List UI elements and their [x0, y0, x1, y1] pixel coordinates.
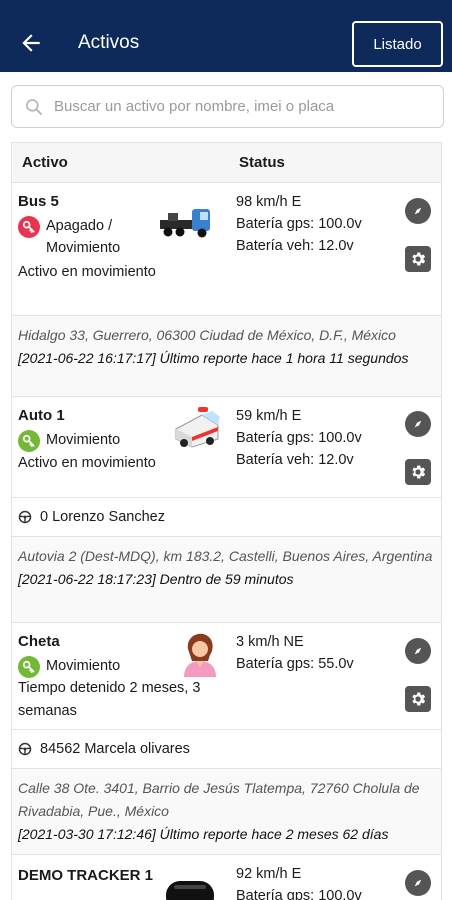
asset-status: 59 km/h E Batería gps: 100.0v Batería ve… — [236, 405, 362, 471]
vehicle-battery: Batería veh: 12.0v — [236, 238, 354, 254]
speed-heading: 92 km/h E — [236, 866, 302, 882]
asset-row-bus-5[interactable]: Bus 5 Apagado / Movimiento Activo en mov… — [12, 183, 441, 316]
search-input[interactable] — [54, 98, 434, 115]
key-icon — [18, 216, 40, 238]
vehicle-battery: Batería veh: 12.0v — [236, 452, 354, 468]
asset-status: 3 km/h NE Batería gps: 55.0v — [236, 631, 354, 675]
search-icon — [26, 98, 42, 115]
asset-state: Movimiento — [18, 655, 168, 678]
gear-icon[interactable] — [405, 459, 431, 485]
asset-state-label: Movimiento — [46, 432, 121, 448]
driver-row: 84562 Marcela olivares — [12, 730, 441, 769]
steering-wheel-icon — [18, 510, 32, 524]
last-report: [2021-06-22 16:17:17] Último reporte hac… — [18, 350, 409, 366]
asset-state-label: Apagado / Movimiento — [46, 218, 121, 256]
compass-icon[interactable] — [405, 198, 431, 224]
key-icon — [18, 656, 40, 678]
asset-state: Apagado / Movimiento — [18, 215, 168, 259]
page-title: Activos — [78, 32, 140, 53]
asset-state: Movimiento — [18, 429, 168, 452]
asset-name: Bus 5 — [18, 193, 59, 210]
gps-battery: Batería gps: 55.0v — [236, 656, 354, 672]
gps-battery: Batería gps: 100.0v — [236, 888, 362, 900]
asset-name: Cheta — [18, 633, 60, 650]
listado-button[interactable]: Listado — [352, 21, 443, 67]
compass-icon[interactable] — [405, 638, 431, 664]
back-arrow-icon[interactable] — [18, 30, 44, 56]
asset-address-block: Hidalgo 33, Guerrero, 06300 Ciudad de Mé… — [12, 316, 441, 397]
last-report: [2021-06-22 18:17:23] Dentro de 59 minut… — [18, 571, 294, 587]
person-icon — [178, 631, 222, 682]
asset-state-label: Movimiento — [46, 658, 121, 674]
compass-icon[interactable] — [405, 411, 431, 437]
asset-address: Calle 38 Ote. 3401, Barrio de Jesús Tlat… — [18, 780, 420, 819]
asset-description: Activo en movimiento — [18, 264, 156, 280]
asset-row-cheta[interactable]: Cheta Movimiento Tiempo detenido 2 meses… — [12, 623, 441, 730]
gps-battery: Batería gps: 100.0v — [236, 216, 362, 232]
column-header-status: Status — [239, 154, 285, 171]
asset-address-block: Calle 38 Ote. 3401, Barrio de Jesús Tlat… — [12, 769, 441, 855]
asset-status: 92 km/h E Batería gps: 100.0v — [236, 863, 362, 900]
steering-wheel-icon — [18, 742, 32, 756]
asset-name: DEMO TRACKER 1 — [18, 867, 154, 884]
speed-heading: 3 km/h NE — [236, 634, 304, 650]
driver-name: 84562 Marcela olivares — [40, 741, 190, 757]
tracker-device-icon — [162, 877, 218, 900]
asset-row-auto-1[interactable]: Auto 1 Movimiento Activo en movimiento 5… — [12, 397, 441, 498]
asset-address: Autovia 2 (Dest-MDQ), km 183.2, Castelli… — [18, 548, 433, 564]
driver-name: 0 Lorenzo Sanchez — [40, 509, 165, 525]
driver-row: 0 Lorenzo Sanchez — [12, 498, 441, 537]
assets-table: Activo Status Bus 5 Apagado / Movimiento… — [11, 142, 442, 900]
speed-heading: 59 km/h E — [236, 408, 302, 424]
speed-heading: 98 km/h E — [236, 194, 302, 210]
gear-icon[interactable] — [405, 686, 431, 712]
truck-icon — [158, 203, 216, 248]
gps-battery: Batería gps: 100.0v — [236, 430, 362, 446]
asset-row-demo-tracker-1[interactable]: DEMO TRACKER 1 92 km/h E Batería gps: 10… — [12, 855, 441, 900]
gear-icon[interactable] — [405, 246, 431, 272]
asset-address-block: Autovia 2 (Dest-MDQ), km 183.2, Castelli… — [12, 537, 441, 623]
last-report: [2021-03-30 17:12:46] Último reporte hac… — [18, 826, 389, 842]
asset-name: Auto 1 — [18, 407, 65, 424]
asset-address: Hidalgo 33, Guerrero, 06300 Ciudad de Mé… — [18, 327, 396, 343]
ambulance-icon — [172, 405, 222, 456]
asset-description: Tiempo detenido 2 meses, 3 semanas — [18, 680, 201, 719]
table-header: Activo Status — [12, 142, 441, 183]
search-bar — [11, 85, 444, 128]
asset-status: 98 km/h E Batería gps: 100.0v Batería ve… — [236, 191, 362, 257]
top-app-bar: Activos Listado — [0, 0, 452, 72]
compass-icon[interactable] — [405, 870, 431, 896]
column-header-asset: Activo — [22, 154, 68, 171]
key-icon — [18, 430, 40, 452]
